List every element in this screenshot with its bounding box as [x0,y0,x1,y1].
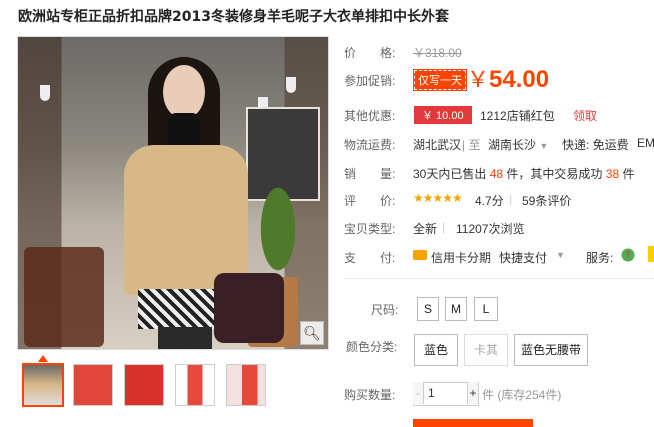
item-type: 全新 [413,222,438,236]
sales-mid: 件，其中交易成功 [506,167,603,181]
sales-info: 30天内已售出 48 件，其中交易成功 38 件 [413,165,634,182]
service-label: 服务: [586,251,614,265]
stock-info: 件 (库存254件) [482,388,562,402]
thumb-indicator-arrow [38,355,48,362]
quantity-input[interactable]: 1 [428,386,435,400]
quantity-minus-button[interactable]: - [413,382,424,404]
ship-to: 湖南长沙 [488,138,537,152]
shipping-extra: EM [637,136,654,150]
rating-label: 评 价: [344,194,396,208]
shipping-label: 物流运费: [344,138,396,152]
promo-price-value: 54.00 [489,66,550,93]
ship-to-select[interactable]: 湖南长沙 ▼ [488,136,548,153]
color-label: 颜色分类: [346,340,398,354]
main-product-image[interactable]: 🔍︎ [17,36,329,350]
credit-installment[interactable]: 信用卡分期 [431,249,491,266]
currency-symbol: ￥ [467,67,490,92]
seven-day-return-icon[interactable]: 7 [621,246,635,262]
thumbnail-2[interactable] [73,364,113,406]
magnifier-icon[interactable]: 🔍︎ [300,321,324,345]
promo-label: 参加促销: [344,74,396,88]
thumbnail-5[interactable] [226,364,266,406]
size-label: 尺码: [371,303,399,317]
sold-count: 48 [489,167,504,181]
rating-score: 4.7分 [475,194,504,208]
claim-coupon-link[interactable]: 领取 [573,107,597,124]
shipping-fee: 快递: 免运费 [562,138,629,152]
thumbnail-3[interactable] [124,364,164,406]
view-count: 11207次浏览 [456,222,525,236]
size-option-l[interactable]: L [474,297,498,321]
ship-from: 湖北武汉 [413,138,462,152]
item-type-divider: | [442,220,446,234]
chevron-down-icon: ▼ [539,141,549,151]
section-divider [344,278,654,279]
quick-pay[interactable]: 快捷支付 [499,249,547,266]
ship-separator: | 至 [462,138,481,152]
original-price: ￥318.00 [413,46,462,60]
promo-tag: 仅写一天 [413,69,467,91]
success-count: 38 [605,167,620,181]
reviews-link[interactable]: 59条评价 [522,192,571,209]
promo-price: ￥54.00 [467,62,549,94]
quantity-plus-button[interactable]: + [467,382,478,404]
sales-pre: 30天内已售出 [413,167,487,181]
payment-label: 支 付: [344,251,396,265]
quantity-label: 购买数量: [344,388,396,402]
product-title: 欧洲站专柜正品折扣品牌2013冬装修身羊毛呢子大衣单排扣中长外套 [18,9,449,25]
svg-text:7: 7 [625,250,630,260]
color-option-blue-no-belt[interactable]: 蓝色无腰带 [514,334,588,366]
coupon-description: 1212店铺红包 [480,109,555,123]
sales-unit: 件 [622,167,635,181]
sales-label: 销 量: [344,167,396,181]
coupon-badge[interactable]: ￥ 10.00 [414,106,472,124]
color-option-khaki[interactable]: 卡其 [464,334,508,366]
rating-divider: | [509,192,513,206]
buy-now-button[interactable] [413,419,533,427]
size-option-m[interactable]: M [445,297,467,321]
rating-stars: ★★★★★ [413,191,463,205]
credit-card-icon [413,250,427,260]
chevron-down-icon[interactable]: ▼ [556,250,565,260]
color-option-blue[interactable]: 蓝色 [414,334,458,366]
item-type-label: 宝贝类型: [344,222,396,236]
size-option-s[interactable]: S [417,297,439,321]
thumbnail-1[interactable] [22,363,64,407]
offers-label: 其他优惠: [344,109,396,123]
price-label: 价 格: [344,46,396,60]
service-badge-icon[interactable] [648,246,654,262]
thumbnail-4[interactable] [175,364,215,406]
